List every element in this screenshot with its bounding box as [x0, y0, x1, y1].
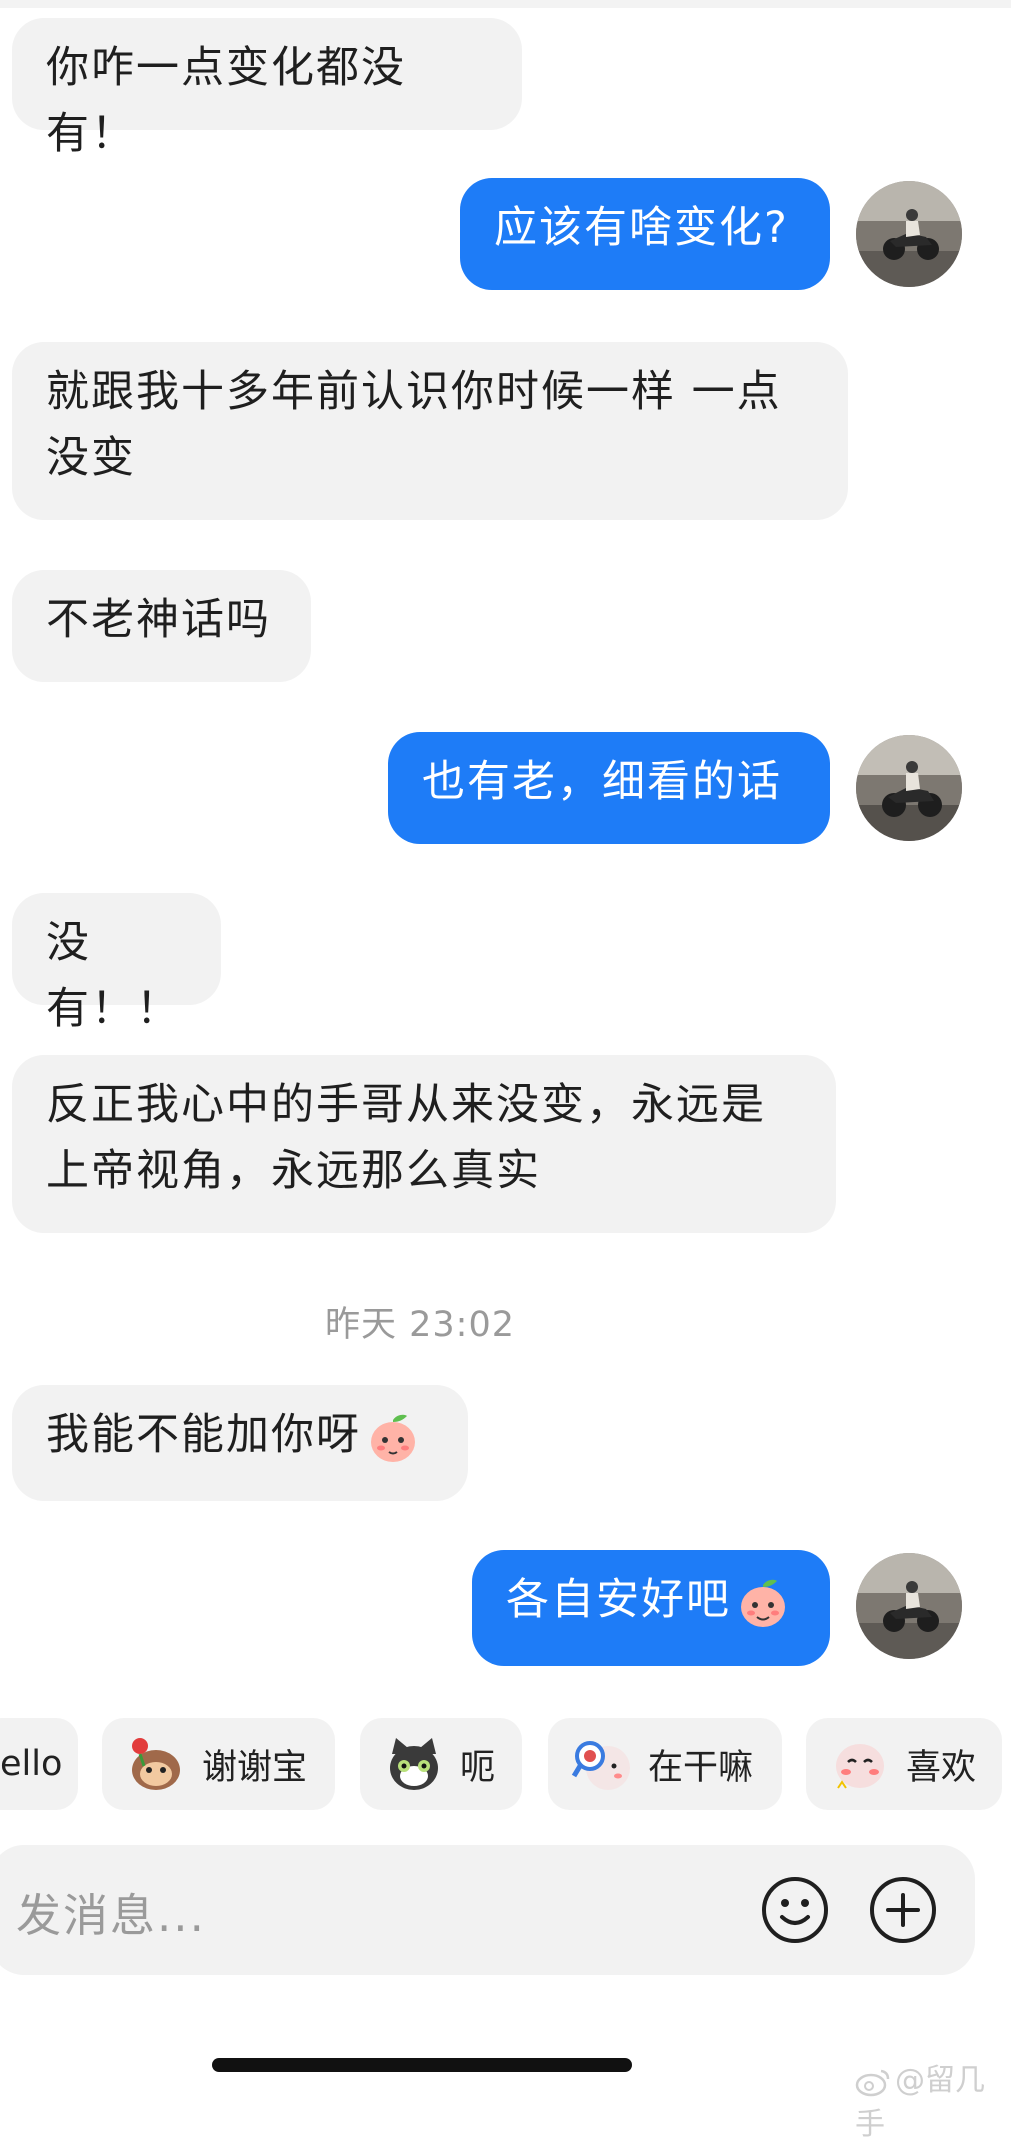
- add-button-icon[interactable]: [868, 1875, 938, 1945]
- monkey-flower-sticker-icon: [132, 1738, 180, 1790]
- motorcycle-avatar-icon: [856, 735, 962, 841]
- message-bubble-incoming[interactable]: 反正我心中的手哥从来没变，永远是上帝视角，永远那么真实: [12, 1055, 836, 1233]
- cat-sticker-icon: [390, 1738, 438, 1790]
- message-input[interactable]: 发消息...: [16, 1879, 206, 1944]
- emoji-button-icon[interactable]: [760, 1875, 830, 1945]
- quick-reply-chip[interactable]: 谢谢宝: [102, 1718, 335, 1810]
- peach-emoji-icon: [371, 1414, 415, 1462]
- quick-reply-label: 谢谢宝: [202, 1747, 308, 1788]
- motorcycle-avatar-icon: [856, 181, 962, 287]
- blush-sticker-icon: [836, 1744, 884, 1789]
- quick-reply-label: 喜欢: [906, 1747, 977, 1788]
- home-indicator[interactable]: [212, 2058, 632, 2072]
- message-bubble-outgoing[interactable]: 应该有啥变化?: [460, 178, 830, 290]
- weibo-logo-icon: [855, 2069, 890, 2096]
- avatar[interactable]: [856, 1553, 962, 1659]
- avatar[interactable]: [856, 735, 962, 841]
- message-bubble-outgoing[interactable]: 各自安好吧: [472, 1550, 830, 1666]
- peach-emoji-icon: [741, 1579, 785, 1627]
- message-text: 各自安好吧: [506, 1575, 731, 1625]
- quick-reply-label: 呃: [460, 1747, 496, 1788]
- quick-reply-chip[interactable]: 喜欢: [806, 1718, 1002, 1810]
- magnifier-sticker-icon: [571, 1741, 630, 1790]
- timestamp: 昨天 23:02: [325, 1305, 515, 1345]
- quick-reply-chip[interactable]: 呃: [360, 1718, 522, 1810]
- previous-content-edge: [0, 0, 1011, 8]
- quick-reply-chip[interactable]: ello: [0, 1718, 78, 1810]
- message-bubble-outgoing[interactable]: 也有老，细看的话: [388, 732, 830, 844]
- message-bubble-incoming[interactable]: 我能不能加你呀: [12, 1385, 468, 1501]
- quick-reply-chip[interactable]: 在干嘛: [548, 1718, 782, 1810]
- message-composer[interactable]: 发消息...: [0, 1845, 975, 1975]
- motorcycle-avatar-icon: [856, 1553, 962, 1659]
- quick-reply-label: 在干嘛: [648, 1747, 754, 1788]
- watermark: @留几手: [855, 2055, 1011, 2143]
- message-bubble-incoming[interactable]: 没有！！: [12, 893, 221, 1034]
- message-text: 我能不能加你呀: [46, 1410, 361, 1460]
- quick-reply-label: ello: [0, 1744, 63, 1784]
- message-bubble-incoming[interactable]: 你咋一点变化都没有！: [12, 18, 522, 159]
- message-bubble-incoming[interactable]: 不老神话吗: [12, 570, 311, 682]
- avatar[interactable]: [856, 181, 962, 287]
- message-bubble-incoming[interactable]: 就跟我十多年前认识你时候一样 一点没变: [12, 342, 848, 520]
